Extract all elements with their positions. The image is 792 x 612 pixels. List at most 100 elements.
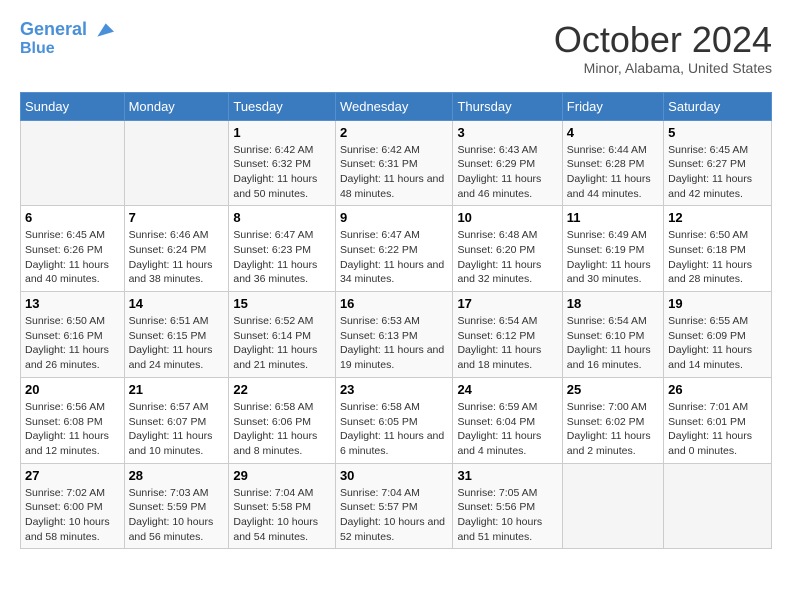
logo: General Blue	[20, 20, 114, 58]
day-number: 18	[567, 296, 659, 311]
title-block: October 2024 Minor, Alabama, United Stat…	[554, 20, 772, 76]
calendar-cell: 13 Sunrise: 6:50 AM Sunset: 6:16 PM Dayli…	[21, 292, 125, 378]
day-info: Sunrise: 6:51 AM Sunset: 6:15 PM Dayligh…	[129, 314, 225, 373]
col-header-friday: Friday	[562, 92, 663, 120]
day-number: 30	[340, 468, 449, 483]
calendar-cell: 26 Sunrise: 7:01 AM Sunset: 6:01 PM Dayli…	[664, 377, 772, 463]
calendar-cell: 28Sunrise: 7:03 AM Sunset: 5:59 PM Dayli…	[124, 463, 229, 549]
calendar-cell: 31 Sunrise: 7:05 AM Sunset: 5:56 PM Dayli…	[453, 463, 562, 549]
day-number: 13	[25, 296, 120, 311]
day-number: 31	[457, 468, 557, 483]
calendar-cell: 4 Sunrise: 6:44 AM Sunset: 6:28 PM Daylig…	[562, 120, 663, 206]
day-number: 9	[340, 210, 449, 225]
calendar-cell	[21, 120, 125, 206]
calendar-cell: 14 Sunrise: 6:51 AM Sunset: 6:15 PM Dayli…	[124, 292, 229, 378]
day-number: 24	[457, 382, 557, 397]
day-info: Sunrise: 6:58 AM Sunset: 6:05 PM Dayligh…	[340, 400, 449, 459]
calendar-cell: 20Sunrise: 6:56 AM Sunset: 6:08 PM Dayli…	[21, 377, 125, 463]
day-number: 8	[233, 210, 331, 225]
calendar-cell: 27 Sunrise: 7:02 AM Sunset: 6:00 PM Dayli…	[21, 463, 125, 549]
calendar-cell: 7 Sunrise: 6:46 AM Sunset: 6:24 PM Daylig…	[124, 206, 229, 292]
calendar-cell: 29 Sunrise: 7:04 AM Sunset: 5:58 PM Dayli…	[229, 463, 336, 549]
calendar-cell: 15 Sunrise: 6:52 AM Sunset: 6:14 PM Dayli…	[229, 292, 336, 378]
day-number: 19	[668, 296, 767, 311]
day-info: Sunrise: 7:03 AM Sunset: 5:59 PM Dayligh…	[129, 486, 225, 545]
week-row-2: 6 Sunrise: 6:45 AM Sunset: 6:26 PM Daylig…	[21, 206, 772, 292]
day-number: 6	[25, 210, 120, 225]
day-info: Sunrise: 6:54 AM Sunset: 6:10 PM Dayligh…	[567, 314, 659, 373]
location: Minor, Alabama, United States	[554, 60, 772, 76]
day-number: 2	[340, 125, 449, 140]
day-number: 3	[457, 125, 557, 140]
col-header-tuesday: Tuesday	[229, 92, 336, 120]
day-number: 29	[233, 468, 331, 483]
col-header-saturday: Saturday	[664, 92, 772, 120]
calendar-cell: 22Sunrise: 6:58 AM Sunset: 6:06 PM Dayli…	[229, 377, 336, 463]
calendar-cell: 23Sunrise: 6:58 AM Sunset: 6:05 PM Dayli…	[335, 377, 453, 463]
calendar-cell: 17Sunrise: 6:54 AM Sunset: 6:12 PM Dayli…	[453, 292, 562, 378]
calendar-cell: 21 Sunrise: 6:57 AM Sunset: 6:07 PM Dayli…	[124, 377, 229, 463]
day-info: Sunrise: 6:55 AM Sunset: 6:09 PM Dayligh…	[668, 314, 767, 373]
day-info: Sunrise: 7:01 AM Sunset: 6:01 PM Dayligh…	[668, 400, 767, 459]
day-info: Sunrise: 6:47 AM Sunset: 6:23 PM Dayligh…	[233, 228, 331, 287]
calendar-cell: 11 Sunrise: 6:49 AM Sunset: 6:19 PM Dayli…	[562, 206, 663, 292]
day-number: 11	[567, 210, 659, 225]
day-info: Sunrise: 6:57 AM Sunset: 6:07 PM Dayligh…	[129, 400, 225, 459]
day-info: Sunrise: 6:47 AM Sunset: 6:22 PM Dayligh…	[340, 228, 449, 287]
day-number: 12	[668, 210, 767, 225]
week-row-3: 13 Sunrise: 6:50 AM Sunset: 6:16 PM Dayli…	[21, 292, 772, 378]
calendar-cell: 10 Sunrise: 6:48 AM Sunset: 6:20 PM Dayli…	[453, 206, 562, 292]
col-header-wednesday: Wednesday	[335, 92, 453, 120]
day-number: 7	[129, 210, 225, 225]
day-info: Sunrise: 6:45 AM Sunset: 6:27 PM Dayligh…	[668, 143, 767, 202]
calendar-table: SundayMondayTuesdayWednesdayThursdayFrid…	[20, 92, 772, 550]
day-number: 16	[340, 296, 449, 311]
calendar-cell: 18 Sunrise: 6:54 AM Sunset: 6:10 PM Dayli…	[562, 292, 663, 378]
day-number: 21	[129, 382, 225, 397]
calendar-cell: 16Sunrise: 6:53 AM Sunset: 6:13 PM Dayli…	[335, 292, 453, 378]
day-info: Sunrise: 6:42 AM Sunset: 6:32 PM Dayligh…	[233, 143, 331, 202]
day-number: 17	[457, 296, 557, 311]
day-info: Sunrise: 6:45 AM Sunset: 6:26 PM Dayligh…	[25, 228, 120, 287]
month-title: October 2024	[554, 20, 772, 60]
day-info: Sunrise: 7:04 AM Sunset: 5:58 PM Dayligh…	[233, 486, 331, 545]
calendar-cell	[124, 120, 229, 206]
day-number: 20	[25, 382, 120, 397]
calendar-cell	[664, 463, 772, 549]
calendar-cell: 24Sunrise: 6:59 AM Sunset: 6:04 PM Dayli…	[453, 377, 562, 463]
week-row-1: 1Sunrise: 6:42 AM Sunset: 6:32 PM Daylig…	[21, 120, 772, 206]
week-row-4: 20Sunrise: 6:56 AM Sunset: 6:08 PM Dayli…	[21, 377, 772, 463]
day-info: Sunrise: 6:48 AM Sunset: 6:20 PM Dayligh…	[457, 228, 557, 287]
calendar-header-row: SundayMondayTuesdayWednesdayThursdayFrid…	[21, 92, 772, 120]
day-info: Sunrise: 7:05 AM Sunset: 5:56 PM Dayligh…	[457, 486, 557, 545]
calendar-cell	[562, 463, 663, 549]
day-info: Sunrise: 6:46 AM Sunset: 6:24 PM Dayligh…	[129, 228, 225, 287]
day-number: 10	[457, 210, 557, 225]
calendar-cell: 30 Sunrise: 7:04 AM Sunset: 5:57 PM Dayli…	[335, 463, 453, 549]
day-number: 5	[668, 125, 767, 140]
week-row-5: 27 Sunrise: 7:02 AM Sunset: 6:00 PM Dayli…	[21, 463, 772, 549]
day-info: Sunrise: 6:44 AM Sunset: 6:28 PM Dayligh…	[567, 143, 659, 202]
day-number: 27	[25, 468, 120, 483]
calendar-cell: 5 Sunrise: 6:45 AM Sunset: 6:27 PM Daylig…	[664, 120, 772, 206]
day-info: Sunrise: 6:50 AM Sunset: 6:16 PM Dayligh…	[25, 314, 120, 373]
day-number: 26	[668, 382, 767, 397]
logo-text: General	[20, 20, 114, 40]
day-number: 22	[233, 382, 331, 397]
day-info: Sunrise: 7:02 AM Sunset: 6:00 PM Dayligh…	[25, 486, 120, 545]
calendar-cell: 6 Sunrise: 6:45 AM Sunset: 6:26 PM Daylig…	[21, 206, 125, 292]
calendar-cell: 25Sunrise: 7:00 AM Sunset: 6:02 PM Dayli…	[562, 377, 663, 463]
day-number: 4	[567, 125, 659, 140]
page-header: General Blue October 2024 Minor, Alabama…	[20, 20, 772, 76]
day-info: Sunrise: 7:00 AM Sunset: 6:02 PM Dayligh…	[567, 400, 659, 459]
day-number: 14	[129, 296, 225, 311]
calendar-cell: 12Sunrise: 6:50 AM Sunset: 6:18 PM Dayli…	[664, 206, 772, 292]
day-number: 15	[233, 296, 331, 311]
day-info: Sunrise: 7:04 AM Sunset: 5:57 PM Dayligh…	[340, 486, 449, 545]
calendar-cell: 9 Sunrise: 6:47 AM Sunset: 6:22 PM Daylig…	[335, 206, 453, 292]
calendar-cell: 2Sunrise: 6:42 AM Sunset: 6:31 PM Daylig…	[335, 120, 453, 206]
day-info: Sunrise: 6:52 AM Sunset: 6:14 PM Dayligh…	[233, 314, 331, 373]
col-header-sunday: Sunday	[21, 92, 125, 120]
col-header-thursday: Thursday	[453, 92, 562, 120]
day-info: Sunrise: 6:49 AM Sunset: 6:19 PM Dayligh…	[567, 228, 659, 287]
